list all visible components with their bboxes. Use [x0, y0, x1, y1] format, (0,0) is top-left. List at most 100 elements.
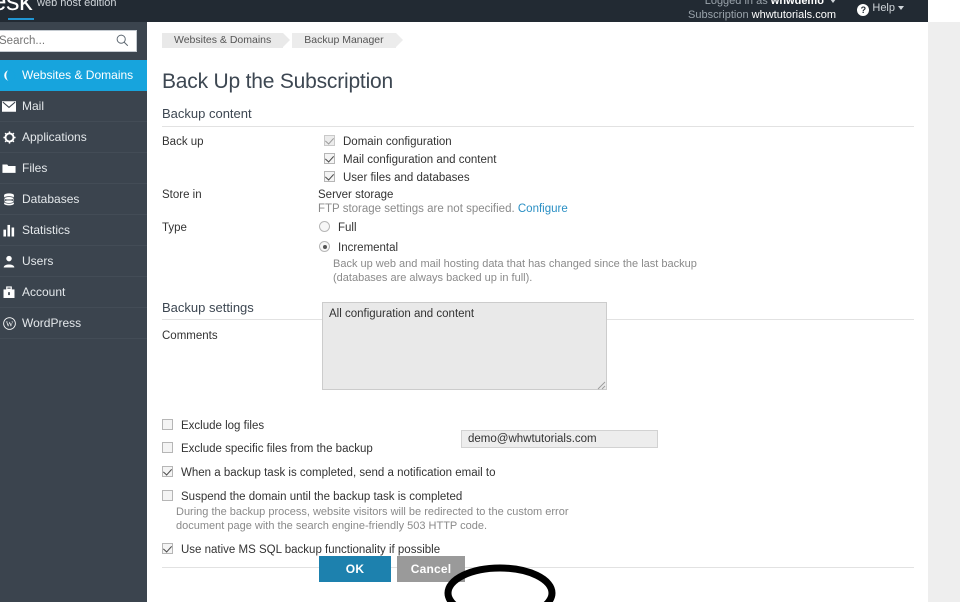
logged-in-label: Logged in as [704, 0, 768, 7]
checkbox-label: Domain configuration [343, 136, 452, 148]
sidebar-item-databases[interactable]: Databases [0, 184, 147, 215]
notification-email-input[interactable] [461, 430, 658, 448]
incremental-description-line1: Back up web and mail hosting data that h… [333, 258, 697, 270]
label-comments: Comments [162, 330, 218, 342]
sidebar-item-label: Statistics [22, 223, 71, 237]
folder-icon [0, 162, 22, 174]
breadcrumb-label: Websites & Domains [174, 34, 272, 46]
brand-underline [8, 18, 34, 20]
sidebar-item-label: Websites & Domains [22, 68, 134, 82]
brand-edition: web host edition [37, 0, 117, 9]
sidebar-item-label: Applications [22, 130, 87, 144]
page-title: Back Up the Subscription [162, 70, 393, 93]
subscription-row[interactable]: Subscription whwtutorials.com [688, 8, 836, 22]
checkbox-box[interactable] [162, 419, 173, 430]
footer-divider [162, 567, 914, 568]
ok-button[interactable]: OK [319, 556, 391, 582]
main-content: Websites & Domains Backup Manager Back U… [147, 22, 928, 602]
right-gutter [928, 22, 960, 602]
incremental-description-line2: (databases are always backed up in full)… [333, 272, 533, 284]
sidebar-nav: Websites & Domains Mail Applications Fil… [0, 60, 147, 339]
wordpress-icon: W [0, 316, 22, 330]
radio-label: Full [338, 222, 357, 234]
checkbox-user-files-databases[interactable]: User files and databases [324, 171, 470, 184]
checkbox-box[interactable] [162, 466, 173, 477]
logged-in-user: whwdemo [770, 0, 824, 7]
checkbox-label: When a backup task is completed, send a … [181, 467, 496, 479]
sidebar-item-websites-domains[interactable]: Websites & Domains [0, 60, 147, 91]
svg-text:W: W [5, 319, 13, 328]
breadcrumb: Websites & Domains Backup Manager [162, 33, 405, 48]
configure-link[interactable]: Configure [518, 203, 568, 215]
logged-in-row[interactable]: Logged in as whwdemo [688, 0, 836, 8]
chevron-down-icon [830, 0, 836, 4]
section-divider [162, 126, 914, 127]
checkbox-notification-email[interactable]: When a backup task is completed, send a … [162, 466, 496, 479]
checkbox-box[interactable] [162, 490, 173, 501]
database-icon [0, 192, 22, 206]
breadcrumb-item-websites-domains[interactable]: Websites & Domains [162, 33, 291, 48]
sidebar-item-account[interactable]: Account [0, 277, 147, 308]
breadcrumb-label: Backup Manager [304, 34, 384, 46]
chevron-down-icon [898, 6, 904, 11]
gear-icon [0, 130, 22, 144]
label-back-up: Back up [162, 136, 204, 148]
sidebar-item-mail[interactable]: Mail [0, 91, 147, 122]
checkbox-exclude-log-files[interactable]: Exclude log files [162, 419, 264, 432]
radio-type-full[interactable]: Full [319, 221, 357, 234]
sidebar-item-users[interactable]: Users [0, 246, 147, 277]
suspend-hint-line2: document page with the search engine-fri… [176, 520, 488, 532]
checkbox-box[interactable] [162, 442, 173, 453]
briefcase-icon [0, 285, 22, 299]
plesk-logo: lesk web host edition [0, 0, 117, 17]
sidebar-item-label: Mail [22, 99, 45, 113]
radio-type-incremental[interactable]: Incremental [319, 241, 398, 254]
help-menu[interactable]: ? Help [857, 2, 904, 16]
label-store-in: Store in [162, 189, 202, 201]
section-title-backup-settings: Backup settings [162, 300, 254, 315]
checkbox-domain-configuration[interactable]: Domain configuration [324, 135, 452, 148]
radio-button[interactable] [319, 221, 330, 232]
store-in-value: Server storage [318, 189, 394, 201]
bar-chart-icon [0, 224, 22, 237]
search-icon [116, 34, 129, 47]
comments-textarea[interactable] [322, 302, 607, 390]
checkbox-box[interactable] [162, 543, 173, 554]
subscription-label: Subscription [688, 9, 749, 21]
search-box[interactable] [0, 30, 137, 52]
section-title-backup-content: Backup content [162, 106, 252, 121]
sidebar-item-label: Account [22, 285, 66, 299]
checkbox-label: Exclude specific files from the backup [181, 443, 373, 455]
cancel-button[interactable]: Cancel [397, 556, 465, 582]
suspend-domain-hint: During the backup process, website visit… [176, 505, 569, 533]
plesk-window: lesk web host edition Logged in as whwdem… [0, 0, 960, 602]
checkbox-box[interactable] [324, 135, 335, 146]
brand-text: lesk [0, 0, 33, 16]
checkbox-box[interactable] [324, 171, 335, 182]
suspend-hint-line1: During the backup process, website visit… [176, 506, 569, 518]
sidebar-item-statistics[interactable]: Statistics [0, 215, 147, 246]
top-right-spacer [928, 0, 960, 22]
checkbox-label: User files and databases [343, 172, 470, 184]
sidebar-item-label: WordPress [22, 316, 82, 330]
sidebar-item-files[interactable]: Files [0, 153, 147, 184]
sidebar-item-label: Databases [22, 192, 80, 206]
checkbox-suspend-domain[interactable]: Suspend the domain until the backup task… [162, 490, 462, 503]
account-info: Logged in as whwdemo Subscription whwtut… [688, 0, 836, 22]
user-icon [0, 255, 22, 268]
question-circle-icon: ? [857, 4, 870, 16]
breadcrumb-item-backup-manager[interactable]: Backup Manager [292, 33, 404, 48]
checkbox-mail-configuration[interactable]: Mail configuration and content [324, 153, 496, 166]
sidebar-item-wordpress[interactable]: W WordPress [0, 308, 147, 339]
store-in-note-row: FTP storage settings are not specified. … [318, 203, 568, 215]
checkbox-label: Exclude log files [181, 420, 265, 432]
checkbox-box[interactable] [324, 153, 335, 164]
radio-button[interactable] [319, 241, 330, 252]
checkbox-exclude-specific-files[interactable]: Exclude specific files from the backup [162, 442, 373, 455]
sidebar-item-applications[interactable]: Applications [0, 122, 147, 153]
subscription-value: whwtutorials.com [751, 9, 836, 21]
sidebar-item-label: Files [22, 161, 48, 175]
checkbox-native-mssql[interactable]: Use native MS SQL backup functionality i… [162, 543, 440, 556]
incremental-description: Back up web and mail hosting data that h… [333, 257, 697, 285]
checkbox-label: Mail configuration and content [343, 154, 497, 166]
